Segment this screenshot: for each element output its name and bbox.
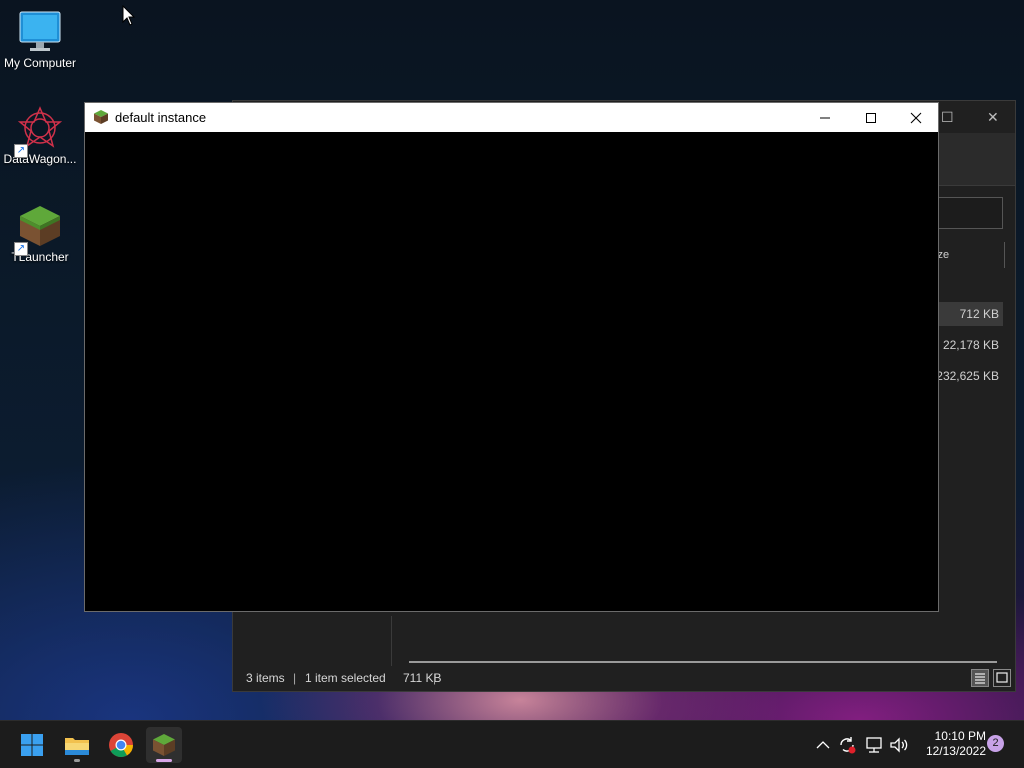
file-size: 22,178 KB — [942, 338, 999, 352]
file-size: 712 KB — [959, 307, 999, 321]
shortcut-arrow-icon: ↗ — [14, 242, 28, 256]
desktop-icon-label: TLauncher — [11, 250, 69, 264]
status-selected: 1 item selected — [305, 671, 386, 685]
maximize-icon — [866, 112, 876, 123]
status-bar: 3 items | 1 item selected 711 KB | — [233, 667, 1015, 691]
navigation-pane[interactable] — [233, 616, 392, 666]
active-indicator — [156, 759, 172, 762]
datawagon-icon: ↗ — [14, 106, 63, 158]
close-icon — [910, 112, 922, 123]
desktop-icon-my-computer[interactable]: My Computer — [0, 10, 80, 70]
monitor-icon — [18, 10, 62, 54]
start-icon — [21, 734, 43, 756]
status-item-count: 3 items — [246, 671, 285, 685]
network-tray-icon[interactable] — [864, 735, 884, 755]
minecraft-titlebar[interactable]: default instance — [85, 103, 938, 132]
mouse-cursor-icon — [122, 5, 136, 26]
clock-time: 10:10 PM — [934, 729, 986, 743]
desktop-icon-tlauncher[interactable]: ↗ TLauncher — [0, 204, 80, 264]
sync-icon — [840, 737, 856, 754]
taskbar-file-explorer[interactable] — [59, 727, 95, 763]
close-button[interactable] — [893, 103, 939, 132]
file-row[interactable]: 712 KB — [937, 302, 1003, 326]
minecraft-window[interactable]: default instance — [84, 102, 939, 612]
start-button[interactable] — [14, 727, 50, 763]
horizontal-scrollbar[interactable] — [409, 661, 997, 663]
taskbar-chrome[interactable] — [103, 727, 139, 763]
chrome-icon — [109, 733, 133, 758]
chevron-up-icon — [816, 741, 830, 749]
file-explorer-icon — [65, 738, 89, 755]
minecraft-icon — [153, 734, 175, 756]
status-separator: | — [293, 671, 297, 685]
file-size: 232,625 KB — [936, 369, 999, 383]
clock-date: 12/13/2022 — [925, 744, 986, 758]
show-hidden-icons-button[interactable] — [813, 735, 833, 755]
desktop-icon-label: My Computer — [3, 56, 77, 70]
network-icon — [866, 737, 882, 753]
maximize-button[interactable] — [848, 103, 894, 132]
shortcut-arrow-icon: ↗ — [14, 144, 28, 158]
desktop-icon-datawagon[interactable]: ↗ DataWagon... — [0, 106, 80, 166]
sync-tray-icon[interactable] — [837, 735, 857, 755]
volume-tray-icon[interactable] — [889, 735, 909, 755]
details-view-icon — [975, 673, 985, 684]
notification-badge[interactable]: 2 — [987, 735, 1004, 752]
maximize-icon[interactable]: ☐ — [941, 109, 954, 126]
status-separator: | — [433, 671, 437, 685]
running-indicator — [74, 759, 80, 762]
taskbar-clock[interactable]: 10:10 PM 12/13/2022 — [916, 729, 986, 759]
window-title: default instance — [115, 110, 207, 125]
large-icons-view-icon — [996, 672, 1008, 683]
column-separator[interactable] — [1004, 242, 1005, 268]
large-icons-view-button[interactable] — [993, 669, 1011, 687]
details-view-button[interactable] — [971, 669, 989, 687]
game-canvas[interactable] — [85, 132, 938, 611]
minimize-button[interactable] — [802, 103, 848, 132]
taskbar: 10:10 PM 12/13/2022 — [0, 720, 1024, 768]
column-header-size[interactable]: ize — [935, 242, 1005, 268]
close-icon[interactable]: ✕ — [987, 109, 999, 126]
speaker-icon — [890, 737, 908, 753]
grass-block-icon: ↗ — [14, 204, 62, 256]
grass-block-icon — [94, 110, 108, 124]
minimize-icon — [820, 117, 830, 118]
taskbar-minecraft[interactable] — [146, 727, 182, 763]
desktop-icon-label: DataWagon... — [3, 152, 77, 166]
